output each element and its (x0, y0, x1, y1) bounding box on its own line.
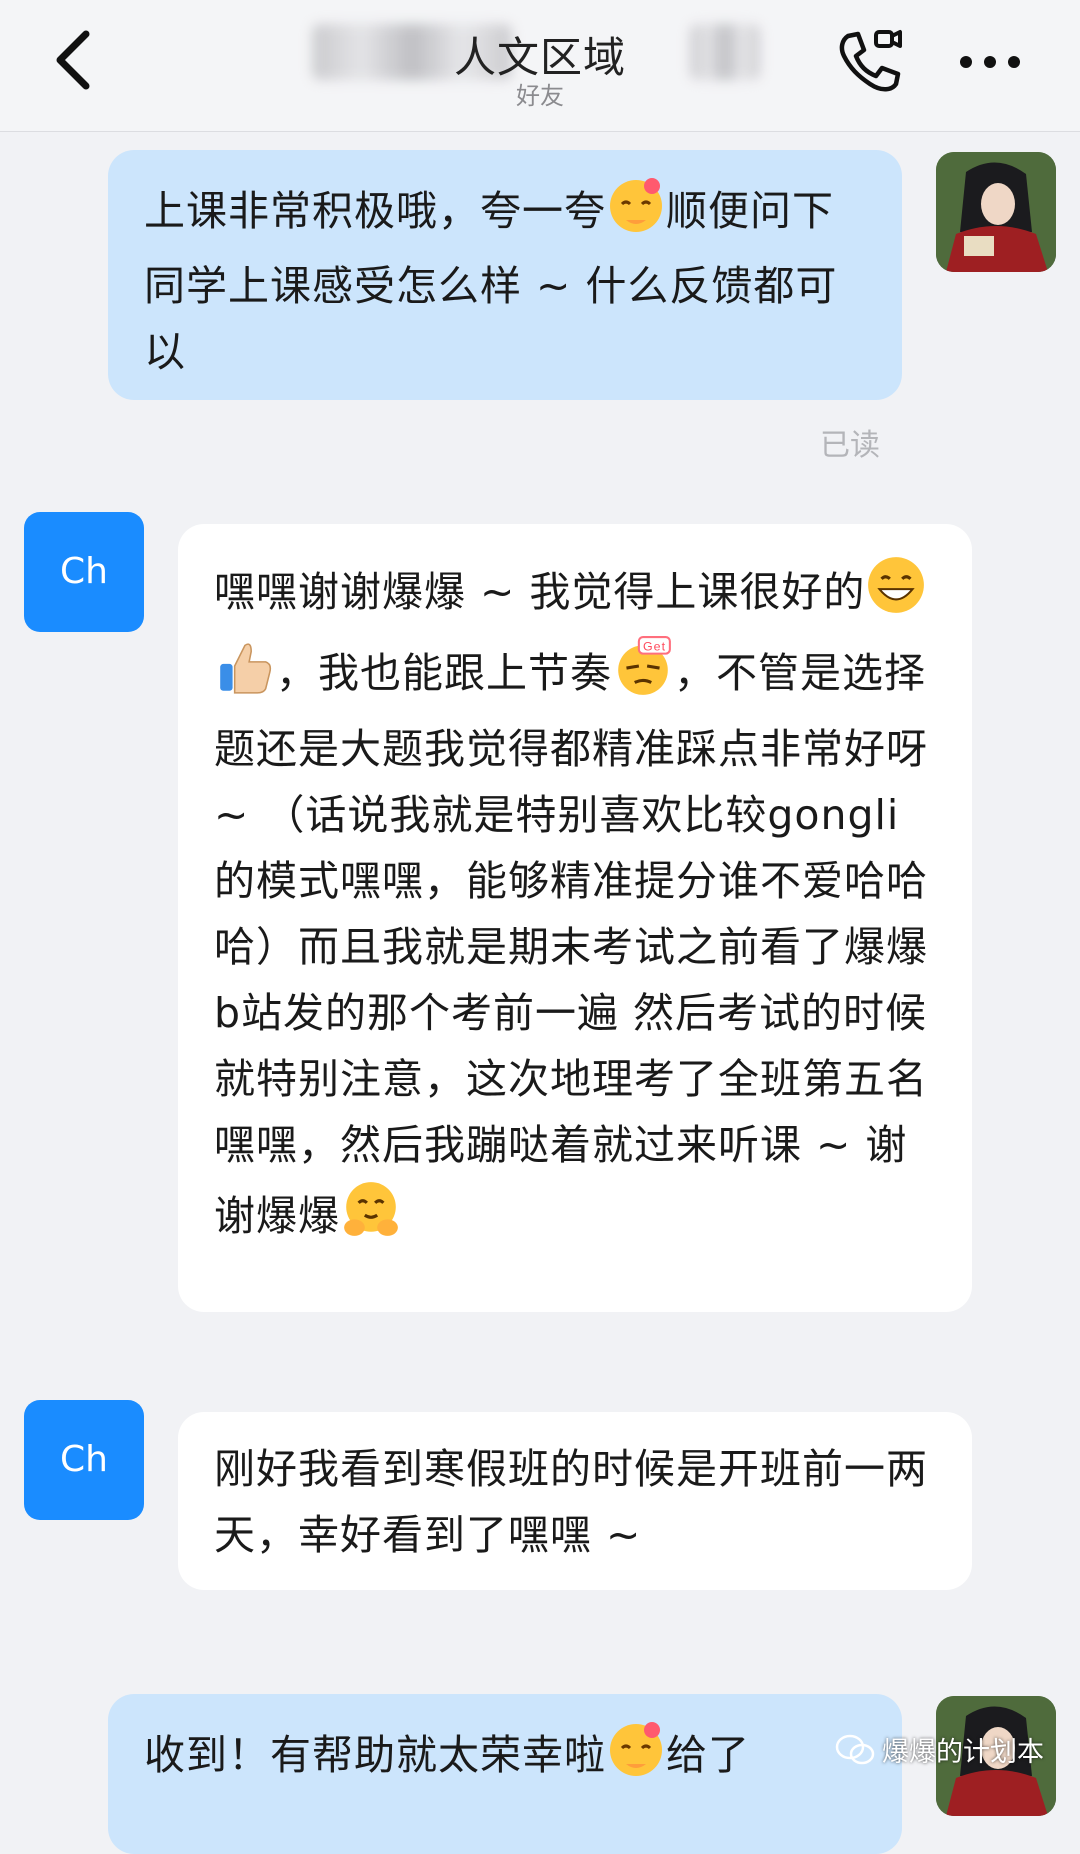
chevron-left-icon (56, 30, 90, 90)
more-dots-icon (984, 56, 996, 68)
blurred-name-right (690, 24, 760, 80)
avatar-ch[interactable]: Ch (24, 512, 144, 632)
message-bubble-other[interactable]: 嘿嘿谢谢爆爆 ~ 我觉得上课很好的 ，我也能跟上节奏 Get ，不管是选择题还是… (178, 524, 972, 1312)
call-button[interactable] (830, 22, 910, 102)
more-dots-icon (1008, 56, 1020, 68)
chat-header: 人文区域 好友 (0, 0, 1080, 132)
shy-smile-emoji (606, 174, 666, 253)
message-text: 上课非常积极哦，夸一夸 顺便问下同学上课感受怎么样 ~ 什么反馈都可以 (144, 178, 837, 376)
grin-emoji (865, 554, 927, 635)
more-dots-icon (960, 56, 972, 68)
avatar-character-image (936, 152, 1056, 272)
back-button[interactable] (44, 20, 114, 100)
avatar-ch[interactable]: Ch (24, 1400, 144, 1520)
message-text: 嘿嘿谢谢爆爆 ~ 我觉得上课很好的 ，我也能跟上节奏 Get ，不管是选择题还是… (214, 557, 928, 1240)
hug-emoji (340, 1178, 402, 1259)
svg-text:Get: Get (643, 640, 666, 654)
thumbs-up-emoji (214, 635, 276, 716)
more-options-button[interactable] (950, 32, 1030, 92)
watermark-text: 爆爆的计划本 (882, 1737, 1044, 1768)
chat-title-area[interactable]: 人文区域 好友 (300, 10, 780, 120)
get-cool-emoji: Get (612, 635, 674, 716)
phone-video-icon (839, 30, 902, 92)
message-text: 收到！有帮助就太荣幸啦 给了 (144, 1722, 750, 1779)
chat-subtitle: 好友 (516, 82, 564, 110)
wechat-logo-icon (835, 1734, 875, 1765)
shy-smile-emoji (606, 1718, 666, 1797)
avatar-me[interactable] (936, 152, 1056, 272)
message-bubble-me[interactable]: 收到！有帮助就太荣幸啦 给了 (108, 1694, 902, 1854)
message-text: 刚好我看到寒假班的时候是开班前一两天，幸好看到了嘿嘿 ~ (214, 1445, 928, 1559)
read-receipt: 已读 (820, 428, 880, 463)
message-bubble-other[interactable]: 刚好我看到寒假班的时候是开班前一两天，幸好看到了嘿嘿 ~ (178, 1412, 972, 1590)
message-bubble-me[interactable]: 上课非常积极哦，夸一夸 顺便问下同学上课感受怎么样 ~ 什么反馈都可以 (108, 150, 902, 400)
